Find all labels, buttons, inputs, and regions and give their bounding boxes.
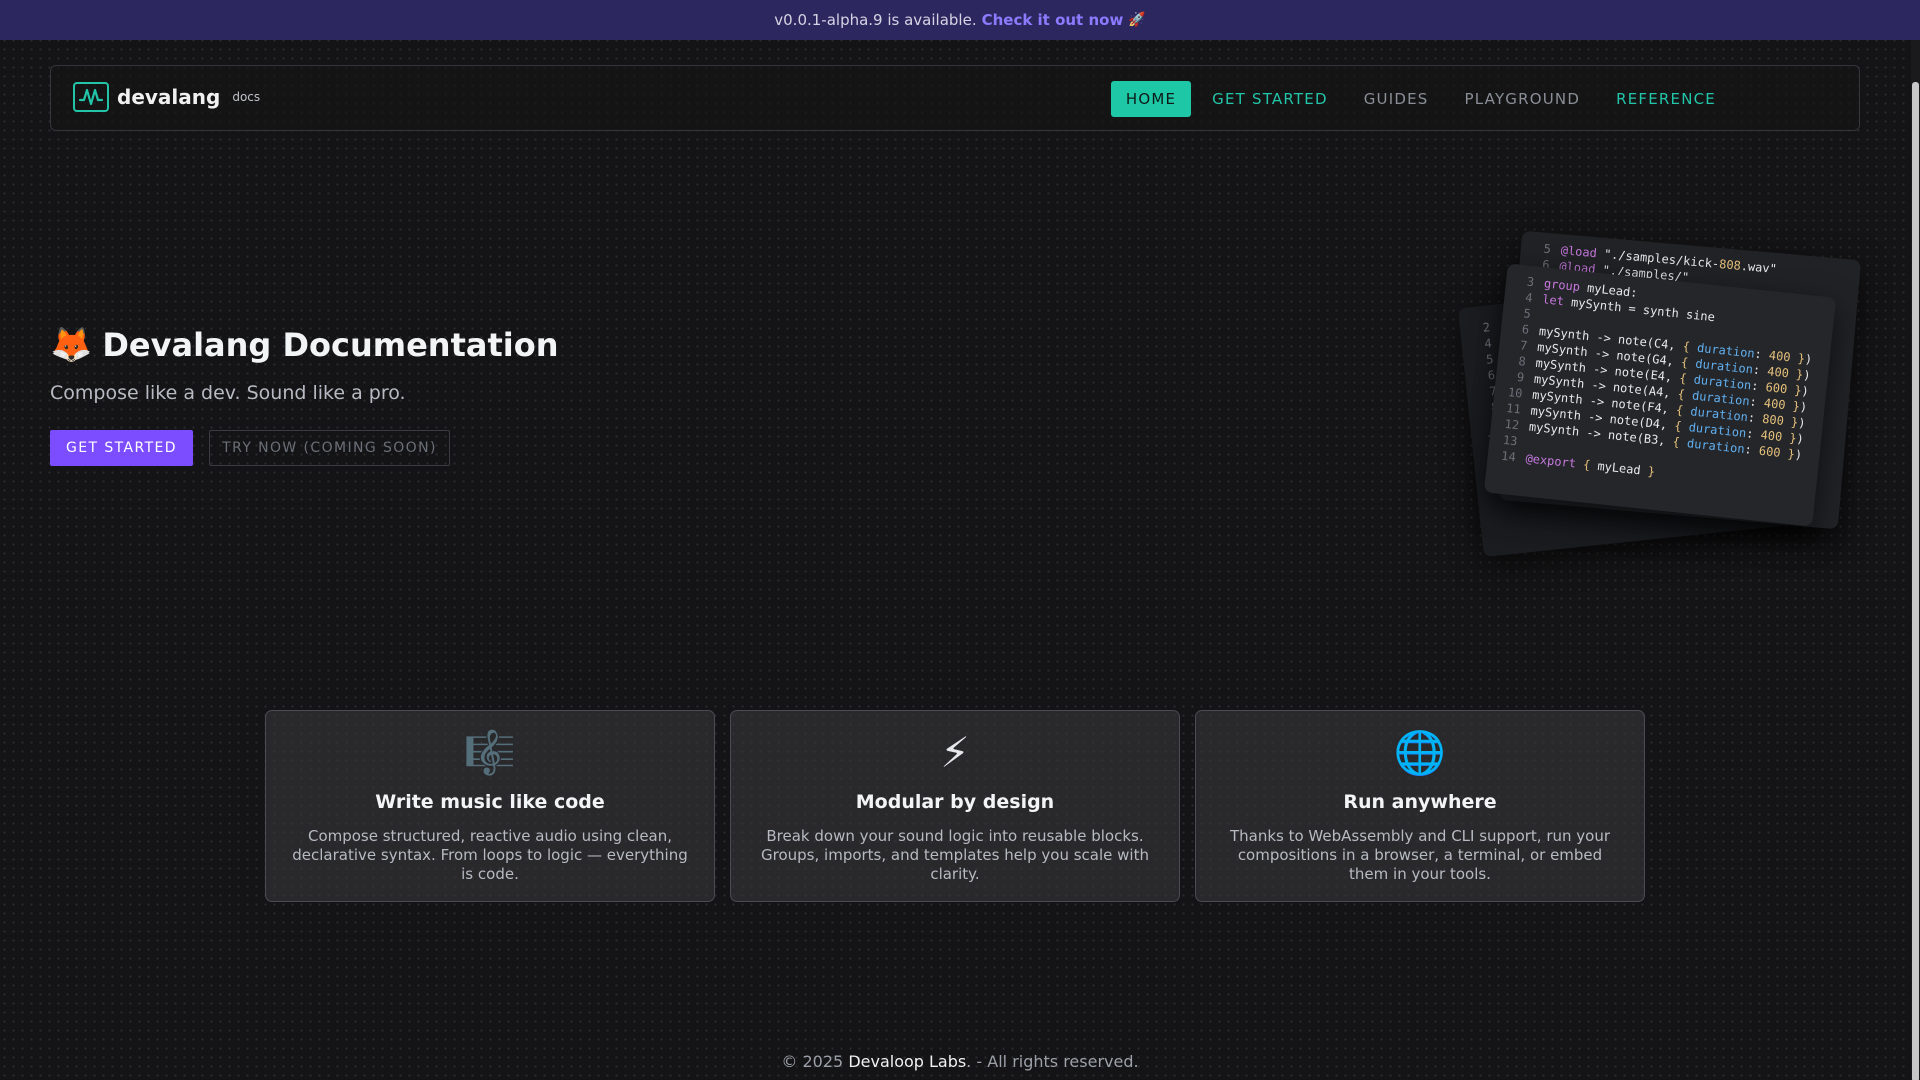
- footer-rights: . - All rights reserved.: [966, 1052, 1139, 1071]
- line-number: 6: [1487, 367, 1496, 383]
- line-number: 4: [1524, 290, 1534, 306]
- hero-title: Devalang Documentation: [102, 326, 559, 364]
- feature-description: Thanks to WebAssembly and CLI support, r…: [1229, 827, 1611, 883]
- feature-description: Compose structured, reactive audio using…: [292, 827, 688, 883]
- fox-icon: 🦊: [50, 325, 93, 365]
- code-card-front: 3 group myLead: 4 let mySynth = synth sine…: [1483, 263, 1837, 527]
- page-scrollbar[interactable]: [1911, 40, 1920, 1080]
- brand-logo-link[interactable]: devalang docs: [73, 82, 260, 112]
- try-now-button[interactable]: TRY NOW (COMING SOON): [209, 430, 450, 466]
- line-number: 8: [1517, 354, 1527, 369]
- announcement-link[interactable]: Check it out now: [982, 11, 1124, 29]
- top-navbar: devalang docs HOME GET STARTED GUIDES PL…: [50, 65, 1860, 131]
- line-number: 3: [1526, 274, 1535, 290]
- line-number: 5: [1522, 306, 1532, 322]
- waveform-logo-icon: [73, 82, 109, 112]
- main-nav: HOME GET STARTED GUIDES PLAYGROUND REFER…: [1110, 81, 1731, 117]
- nav-playground[interactable]: PLAYGROUND: [1450, 81, 1596, 117]
- announcement-text: v0.0.1-alpha.9 is available.: [774, 11, 977, 29]
- line-number: 14: [1500, 448, 1517, 465]
- feature-card-modular: ⚡ Modular by design Break down your soun…: [730, 710, 1180, 902]
- rocket-icon: 🚀: [1128, 12, 1146, 28]
- get-started-button[interactable]: GET STARTED: [50, 430, 193, 466]
- globe-icon: 🌐: [1393, 728, 1447, 777]
- brand-docs-label: docs: [232, 90, 261, 104]
- line-number: 6: [1521, 322, 1530, 337]
- scrollbar-thumb[interactable]: [1912, 82, 1919, 1080]
- line-number: 4: [1483, 336, 1493, 351]
- feature-title: Run anywhere: [1343, 791, 1497, 813]
- hero-heading: 🦊 Devalang Documentation: [50, 325, 559, 365]
- brand-name: devalang: [117, 85, 221, 109]
- feature-title: Write music like code: [375, 791, 605, 813]
- feature-cards: 🎼 Write music like code Compose structur…: [265, 710, 1645, 902]
- footer-copyright: © 2025: [781, 1052, 844, 1071]
- line-number: 12: [1503, 416, 1520, 433]
- code-front-lines: 3 group myLead: 4 let mySynth = synth sine…: [1486, 263, 1836, 504]
- line-number: 5: [1543, 241, 1552, 257]
- feature-description: Break down your sound logic into reusabl…: [761, 827, 1149, 883]
- nav-get-started[interactable]: GET STARTED: [1197, 81, 1343, 117]
- nav-guides[interactable]: GUIDES: [1349, 81, 1444, 117]
- announcement-bar: v0.0.1-alpha.9 is available. Check it ou…: [0, 0, 1920, 40]
- code-preview-stack: 245678917181920@export { conditionBlock …: [1450, 220, 1870, 580]
- line-number: 7: [1519, 338, 1529, 353]
- lightning-icon: ⚡: [940, 728, 970, 777]
- line-number: 11: [1505, 401, 1522, 417]
- line-number: 10: [1507, 385, 1524, 401]
- nav-reference[interactable]: REFERENCE: [1601, 81, 1731, 117]
- nav-home[interactable]: HOME: [1110, 81, 1192, 117]
- line-number: 13: [1502, 432, 1519, 449]
- music-score-icon: 🎼: [463, 728, 517, 777]
- feature-card-write-music: 🎼 Write music like code Compose structur…: [265, 710, 715, 902]
- footer-org-link[interactable]: Devaloop Labs: [848, 1052, 966, 1071]
- feature-title: Modular by design: [855, 791, 1055, 813]
- feature-card-run-anywhere: 🌐 Run anywhere Thanks to WebAssembly and…: [1195, 710, 1645, 902]
- hero-subtitle: Compose like a dev. Sound like a pro.: [50, 382, 406, 404]
- line-number: 9: [1516, 369, 1525, 385]
- footer: © 2025 Devaloop Labs. - All rights reser…: [0, 1052, 1920, 1071]
